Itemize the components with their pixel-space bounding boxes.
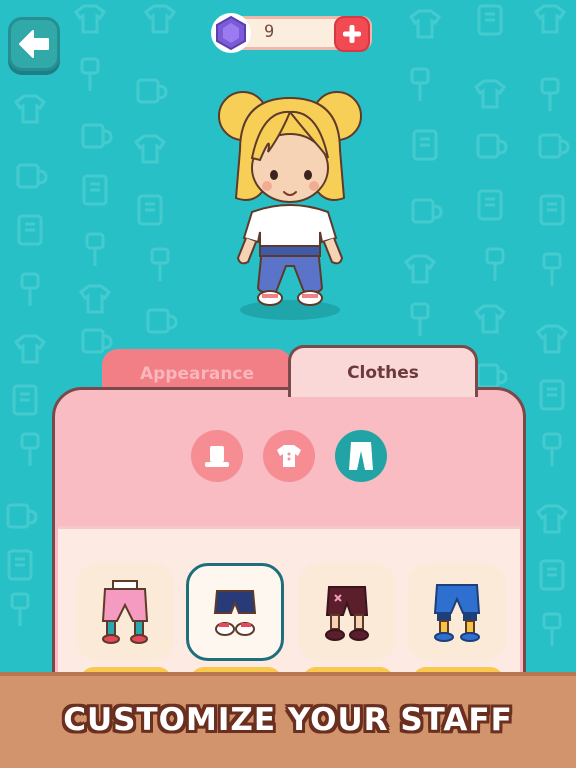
staff-character	[218, 91, 362, 320]
maroon-shorts-icon	[325, 586, 369, 641]
category-bar	[55, 430, 523, 482]
plus-icon	[343, 25, 361, 43]
gem-count: 9	[264, 22, 275, 42]
item-card[interactable]	[76, 563, 174, 661]
tab-clothes-label: Clothes	[347, 362, 419, 383]
category-pants[interactable]	[335, 430, 387, 482]
shirt-icon	[277, 445, 301, 467]
arrow-left-icon	[19, 30, 49, 58]
add-gems-button[interactable]	[334, 16, 370, 52]
item-card-selected[interactable]	[186, 563, 284, 661]
back-button[interactable]	[8, 17, 60, 71]
blue-pants-icon	[433, 584, 481, 642]
category-hat[interactable]	[191, 430, 243, 482]
tab-appearance-label: Appearance	[139, 364, 255, 384]
navy-shorts-icon	[213, 590, 257, 636]
gem-icon	[211, 13, 251, 53]
tab-clothes[interactable]: Clothes	[288, 345, 478, 397]
category-shirt[interactable]	[263, 430, 315, 482]
item-card[interactable]	[298, 563, 396, 661]
item-card[interactable]	[408, 563, 506, 661]
pants-icon	[349, 442, 373, 470]
banner-title: CUSTOMIZE YOUR STAFF	[63, 702, 513, 738]
hat-icon	[205, 446, 229, 467]
pink-pants-icon	[101, 580, 149, 644]
